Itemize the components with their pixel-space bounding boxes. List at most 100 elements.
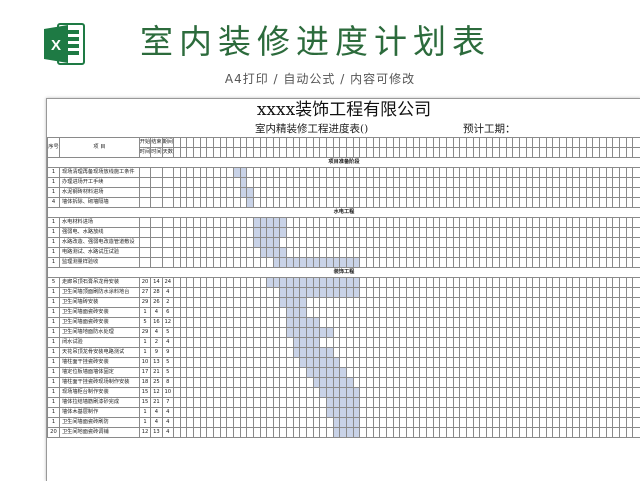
gantt-cell [253,258,260,268]
gantt-cell [180,378,187,388]
gantt-cell [240,298,247,308]
gantt-cell [440,168,447,178]
gantt-cell [613,278,620,288]
gantt-cell [360,168,367,178]
gantt-cell [267,168,274,178]
gantt-cell [533,398,540,408]
gantt-cell [287,398,294,408]
table-row: 1卫生间墙面瓷砖刷防144 [48,418,640,428]
gantt-cell [540,258,547,268]
gantt-cell [333,328,340,338]
gantt-cell [400,348,407,358]
day-header-cell [526,148,533,158]
header-row: 序号项 目开始结束期间 [48,138,640,148]
gantt-cell [347,238,354,248]
gantt-cell [626,308,633,318]
gantt-cell [420,338,427,348]
gantt-cell [260,418,267,428]
gantt-cell [287,428,294,438]
gantt-cell [460,418,467,428]
gantt-cell [486,278,493,288]
gantt-cell [400,358,407,368]
table-subheader: 室内精装修工程进度表() 预计工期： [47,121,640,138]
gantt-bar-cell [333,428,340,438]
gantt-cell [313,218,320,228]
gantt-cell [626,388,633,398]
day-header-cell [546,148,553,158]
day-header-cell [287,138,294,148]
gantt-cell [193,418,200,428]
gantt-cell [426,258,433,268]
gantt-cell [233,338,240,348]
gantt-bar-cell [307,278,314,288]
table-row: 4墙体拆除、砌墙隔墙 [48,198,640,208]
gantt-cell [566,368,573,378]
gantt-cell [413,408,420,418]
gantt-cell [420,178,427,188]
gantt-bar-cell [313,348,320,358]
day-header-cell [446,138,453,148]
gantt-cell [413,428,420,438]
table-row: 1办理进场开工手续 [48,178,640,188]
gantt-cell [500,388,507,398]
gantt-cell [520,358,527,368]
gantt-cell [253,248,260,258]
gantt-cell [173,198,180,208]
gantt-cell [187,258,194,268]
gantt-cell [340,248,347,258]
gantt-cell [426,348,433,358]
gantt-cell [520,418,527,428]
gantt-cell [273,378,280,388]
gantt-cell [546,408,553,418]
gantt-cell [393,288,400,298]
gantt-cell [233,248,240,258]
end-time: 21 [151,398,162,408]
gantt-cell [173,298,180,308]
gantt-cell [466,228,473,238]
gantt-cell [213,178,220,188]
gantt-cell [613,168,620,178]
gantt-cell [200,328,207,338]
day-header-cell [460,148,467,158]
gantt-cell [413,168,420,178]
gantt-cell [233,418,240,428]
gantt-cell [420,408,427,418]
gantt-cell [406,218,413,228]
gantt-cell [207,318,214,328]
gantt-cell [307,168,314,178]
gantt-cell [347,368,354,378]
gantt-cell [573,178,580,188]
day-header-cell [633,138,640,148]
gantt-cell [227,428,234,438]
gantt-cell [200,178,207,188]
day-header-cell [227,138,234,148]
gantt-cell [573,358,580,368]
day-header-cell [486,148,493,158]
gantt-cell [626,178,633,188]
gantt-cell [513,418,520,428]
gantt-cell [546,348,553,358]
gantt-cell [180,418,187,428]
gantt-cell [240,308,247,318]
gantt-cell [253,358,260,368]
gantt-cell [480,248,487,258]
gantt-cell [393,318,400,328]
task-name: 办理进场开工手续 [59,178,139,188]
gantt-cell [513,178,520,188]
duration-days: 8 [162,378,173,388]
gantt-cell [413,378,420,388]
gantt-cell [553,248,560,258]
gantt-cell [400,288,407,298]
day-header-cell [393,148,400,158]
gantt-cell [260,378,267,388]
gantt-cell [626,228,633,238]
day-header-cell [227,148,234,158]
gantt-cell [340,238,347,248]
gantt-bar-cell [287,308,294,318]
gantt-cell [227,418,234,428]
gantt-cell [606,178,613,188]
gantt-cell [540,338,547,348]
gantt-cell [347,338,354,348]
gantt-cell [426,408,433,418]
gantt-bar-cell [340,388,347,398]
